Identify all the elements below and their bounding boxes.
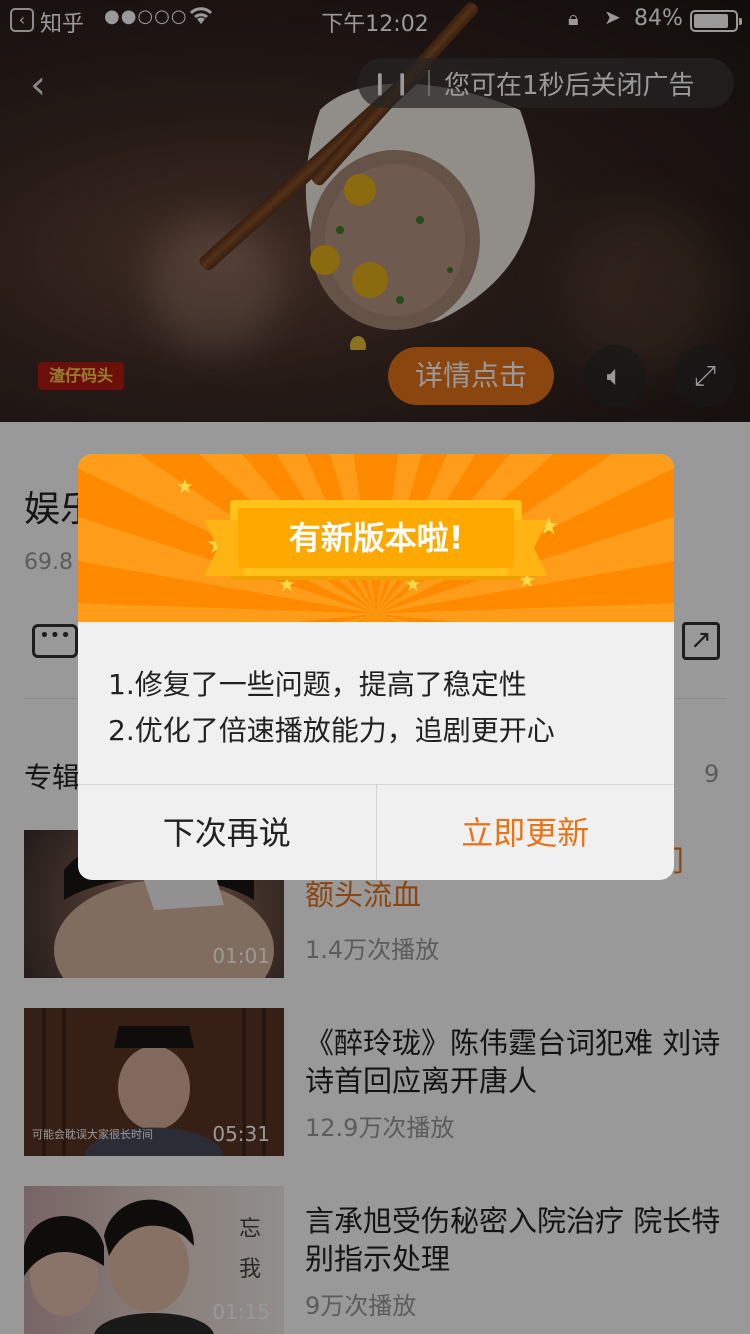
- dialog-actions: 下次再说 立即更新: [78, 784, 674, 880]
- update-dialog: ★ ★ ★ ★ ★ ★ 有新版本啦! 1.修复了一些问题，提高了稳定性 2.优化…: [78, 454, 674, 880]
- changelog-line: 1.修复了一些问题，提高了稳定性: [108, 668, 527, 701]
- changelog-line: 2.优化了倍速播放能力，追剧更开心: [108, 714, 555, 747]
- update-now-button[interactable]: 立即更新: [377, 785, 675, 880]
- star-icon: ★: [176, 474, 194, 498]
- ribbon: 有新版本啦!: [204, 500, 548, 576]
- dialog-banner: ★ ★ ★ ★ ★ ★ 有新版本啦!: [78, 454, 674, 622]
- later-button[interactable]: 下次再说: [78, 785, 377, 880]
- dialog-title: 有新版本啦!: [288, 519, 464, 557]
- dialog-message: 1.修复了一些问题，提高了稳定性 2.优化了倍速播放能力，追剧更开心: [108, 662, 555, 754]
